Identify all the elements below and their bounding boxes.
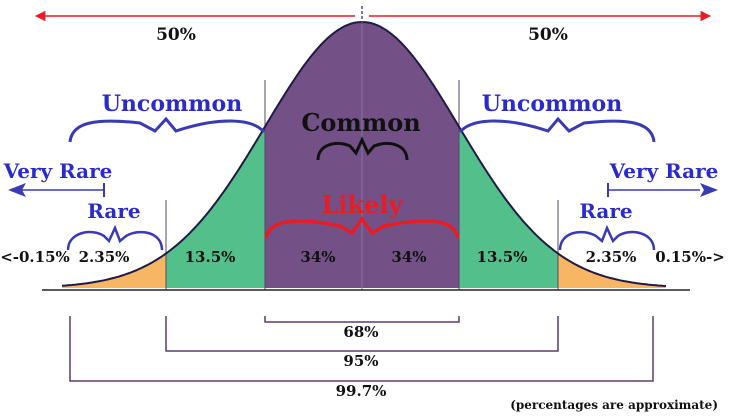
bracket-68 — [264, 316, 460, 323]
footnote: (percentages are approximate) — [510, 398, 718, 412]
likely-label: Likely — [322, 190, 404, 219]
very-rare-right-label: Very Rare — [609, 159, 719, 183]
uncommon-right-brace — [458, 116, 656, 143]
uncommon-left-brace — [68, 116, 266, 143]
common-label: Common — [301, 108, 420, 137]
bracket-68-label: 68% — [343, 323, 378, 341]
right-inner-percent: 13.5% — [477, 248, 528, 266]
very-rare-right-arrow — [607, 183, 718, 197]
uncommon-left-label: Uncommon — [102, 91, 242, 117]
very-rare-left-label: Very Rare — [3, 159, 113, 183]
bracket-99-7-label: 99.7% — [336, 382, 387, 400]
uncommon-right-label: Uncommon — [482, 91, 622, 117]
rare-left-label: Rare — [87, 199, 140, 223]
normal-distribution-diagram: 50% 50% Common Likely Uncommon Uncommon … — [0, 0, 733, 419]
right-tail-percent: 2.35% — [586, 248, 637, 266]
rare-right-label: Rare — [579, 199, 632, 223]
left-half-label: 50% — [156, 25, 196, 45]
very-rare-left-arrow — [8, 183, 105, 197]
rare-right-brace — [558, 224, 656, 251]
center-left-percent: 34% — [300, 248, 335, 266]
rare-left-brace — [66, 224, 164, 251]
diagram-canvas: 50% 50% Common Likely Uncommon Uncommon … — [0, 6, 725, 412]
far-right-percent: 0.15%-> — [655, 248, 725, 266]
left-tail-percent: 2.35% — [79, 248, 130, 266]
far-left-percent: <-0.15% — [0, 248, 70, 266]
bracket-95-label: 95% — [343, 352, 378, 370]
right-half-label: 50% — [528, 25, 568, 45]
center-right-percent: 34% — [391, 248, 426, 266]
left-inner-percent: 13.5% — [185, 248, 236, 266]
